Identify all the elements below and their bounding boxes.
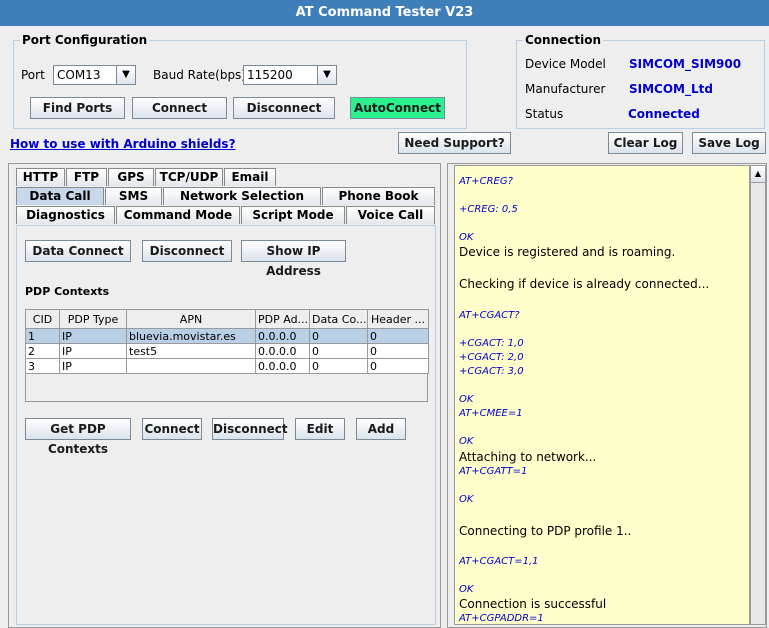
cell-apn: test5: [126, 343, 256, 359]
cell-apn: [126, 358, 256, 374]
chevron-up-icon[interactable]: ▲: [751, 166, 765, 183]
disconnect-button[interactable]: Disconnect: [233, 97, 335, 119]
table-row[interactable]: 1 IP bluevia.movistar.es 0.0.0.0 0 0: [25, 328, 429, 344]
table-header: CID PDP Type APN PDP Ad... Data Co... He…: [25, 309, 429, 329]
log-line: OK: [459, 394, 474, 405]
device-model-label: Device Model: [525, 57, 606, 71]
device-model-value: SIMCOM_SIM900: [629, 57, 742, 71]
log-line: +CGACT: 1,0: [459, 338, 524, 349]
column-header-pdp-address[interactable]: PDP Ad...: [255, 309, 310, 329]
pdp-disconnect-button[interactable]: Disconnect: [212, 418, 288, 440]
table-row[interactable]: 3 IP 0.0.0.0 0 0: [25, 358, 429, 374]
log-line: Connection is successful: [459, 597, 607, 611]
tab-tcp-udp[interactable]: TCP/UDP: [155, 168, 223, 186]
port-value: COM13: [57, 68, 101, 82]
tab-script-mode[interactable]: Script Mode: [241, 206, 345, 224]
cell-data-compression: 0: [309, 328, 368, 344]
baud-rate-value: 115200: [247, 68, 293, 82]
cell-pdp-type: IP: [59, 328, 127, 344]
tab-diagnostics[interactable]: Diagnostics: [16, 206, 115, 224]
tab-command-mode[interactable]: Command Mode: [116, 206, 240, 224]
log-output[interactable]: AT+CREG? +CREG: 0,5 OK Device is registe…: [454, 165, 750, 625]
data-connect-button[interactable]: Data Connect: [25, 240, 131, 262]
data-call-disconnect-button[interactable]: Disconnect: [142, 240, 232, 262]
cell-pdp-address: 0.0.0.0: [255, 358, 310, 374]
cell-pdp-address: 0.0.0.0: [255, 328, 310, 344]
edit-button[interactable]: Edit: [295, 418, 345, 440]
log-line: Device is registered and is roaming.: [459, 245, 676, 259]
column-header-header-compression[interactable]: Header ...: [367, 309, 429, 329]
status-label: Status: [525, 107, 564, 121]
port-select[interactable]: COM13 ▼: [53, 65, 136, 85]
cell-header-compression: 0: [367, 343, 429, 359]
log-line: +CGACT: 2,0: [459, 352, 524, 363]
column-header-data-compression[interactable]: Data Co...: [309, 309, 368, 329]
log-line: AT+CGACT?: [459, 310, 520, 321]
log-line: AT+CMEE=1: [459, 408, 523, 419]
cell-pdp-type: IP: [59, 358, 127, 374]
tab-http[interactable]: HTTP: [16, 168, 65, 186]
log-line: OK: [459, 436, 474, 447]
chevron-down-icon[interactable]: ▼: [116, 66, 135, 84]
arduino-help-link[interactable]: How to use with Arduino shields?: [10, 137, 236, 151]
cell-header-compression: 0: [367, 328, 429, 344]
log-line: Checking if device is already connected.…: [459, 277, 710, 291]
pdp-contexts-table[interactable]: CID PDP Type APN PDP Ad... Data Co... He…: [25, 309, 429, 374]
pdp-connect-button[interactable]: Connect: [142, 418, 202, 440]
manufacturer-label: Manufacturer: [525, 82, 606, 96]
chevron-down-icon[interactable]: ▼: [317, 66, 336, 84]
tab-network-selection[interactable]: Network Selection: [163, 187, 321, 205]
tab-ftp[interactable]: FTP: [66, 168, 107, 186]
get-pdp-contexts-button[interactable]: Get PDP Contexts: [25, 418, 131, 456]
log-line: +CGACT: 3,0: [459, 366, 524, 377]
cell-data-compression: 0: [309, 343, 368, 359]
autoconnect-button[interactable]: AutoConnect: [350, 97, 445, 119]
pdp-contexts-title: PDP Contexts: [25, 285, 110, 298]
tab-gps[interactable]: GPS: [108, 168, 154, 186]
log-line: AT+CREG?: [459, 176, 513, 187]
baud-rate-select[interactable]: 115200 ▼: [243, 65, 337, 85]
cell-pdp-type: IP: [59, 343, 127, 359]
status-value: Connected: [628, 107, 700, 121]
tab-data-call[interactable]: Data Call: [16, 187, 104, 205]
window-title: AT Command Tester V23: [0, 0, 769, 26]
tab-voice-call[interactable]: Voice Call: [346, 206, 435, 224]
log-line: OK: [459, 232, 474, 243]
baud-rate-label: Baud Rate(bps): [153, 68, 246, 82]
cell-apn: bluevia.movistar.es: [126, 328, 256, 344]
cell-header-compression: 0: [367, 358, 429, 374]
port-configuration-title: Port Configuration: [20, 33, 150, 47]
log-line: Attaching to network...: [459, 450, 597, 464]
add-button[interactable]: Add: [356, 418, 406, 440]
cell-cid: 2: [25, 343, 60, 359]
log-scrollbar[interactable]: ▲: [750, 165, 766, 625]
log-line: +CREG: 0,5: [459, 204, 518, 215]
log-line: Connecting to PDP profile 1..: [459, 524, 632, 538]
log-line: OK: [459, 494, 474, 505]
column-header-cid[interactable]: CID: [25, 309, 60, 329]
log-line: AT+CGATT=1: [459, 466, 528, 477]
manufacturer-value: SIMCOM_Ltd: [629, 82, 713, 96]
connection-title: Connection: [523, 33, 604, 47]
log-line: AT+CGACT=1,1: [459, 556, 539, 567]
tab-email[interactable]: Email: [224, 168, 276, 186]
column-header-apn[interactable]: APN: [126, 309, 256, 329]
show-ip-address-button[interactable]: Show IP Address: [241, 240, 346, 278]
port-label: Port: [21, 68, 45, 82]
cell-data-compression: 0: [309, 358, 368, 374]
need-support-button[interactable]: Need Support?: [398, 132, 511, 154]
find-ports-button[interactable]: Find Ports: [30, 97, 125, 119]
table-row[interactable]: 2 IP test5 0.0.0.0 0 0: [25, 343, 429, 359]
cell-cid: 1: [25, 328, 60, 344]
cell-pdp-address: 0.0.0.0: [255, 343, 310, 359]
save-log-button[interactable]: Save Log: [692, 132, 766, 154]
clear-log-button[interactable]: Clear Log: [608, 132, 683, 154]
tab-sms[interactable]: SMS: [105, 187, 162, 205]
connect-button[interactable]: Connect: [132, 97, 227, 119]
cell-cid: 3: [25, 358, 60, 374]
log-line: AT+CGPADDR=1: [459, 613, 544, 624]
log-line: OK: [459, 584, 474, 595]
tab-phone-book[interactable]: Phone Book: [322, 187, 435, 205]
column-header-pdp-type[interactable]: PDP Type: [59, 309, 127, 329]
